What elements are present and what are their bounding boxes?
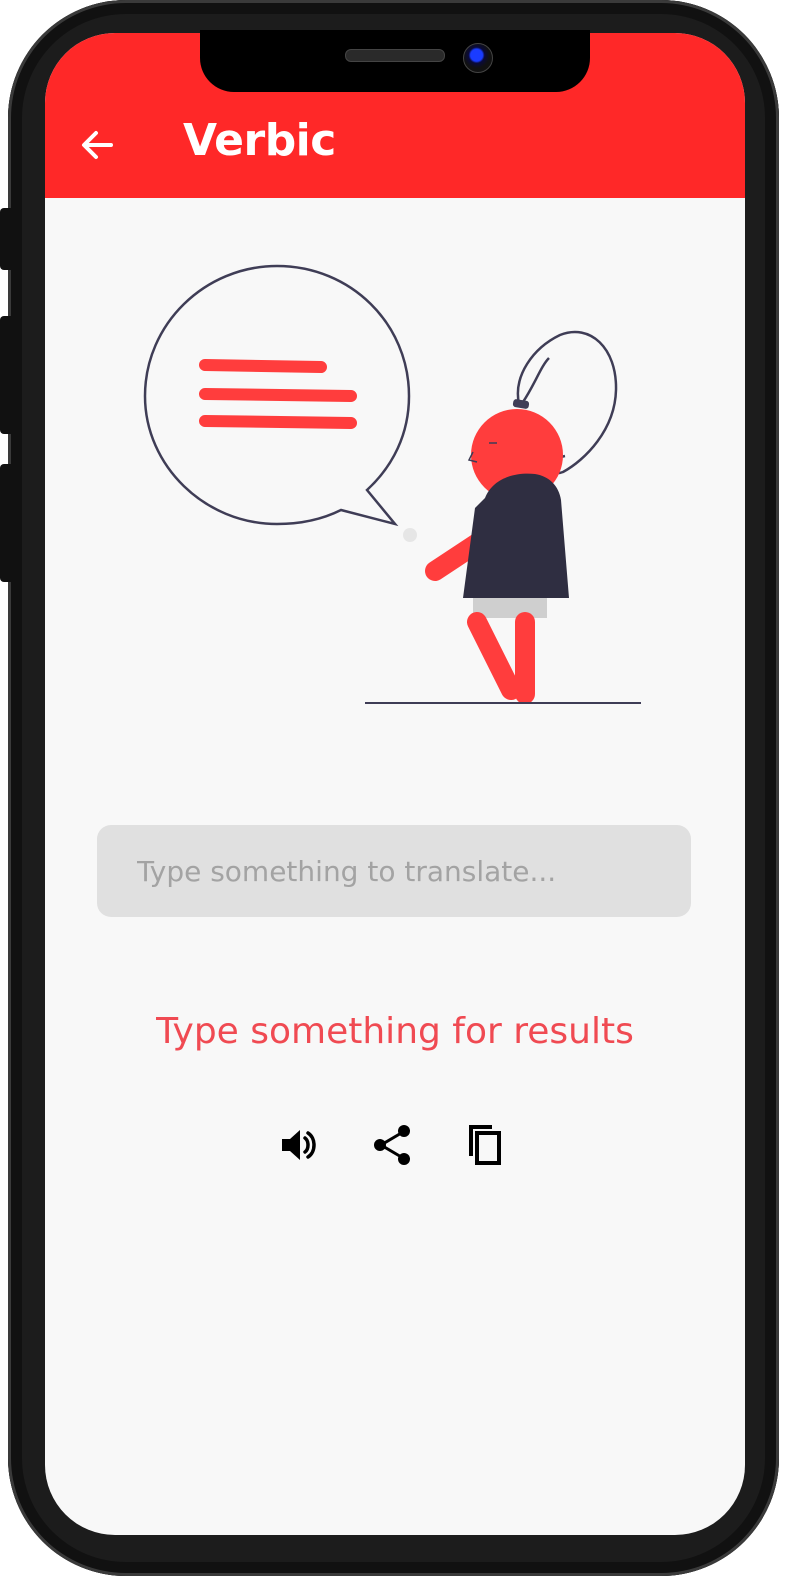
copy-button[interactable] <box>462 1121 510 1169</box>
person-leg-left <box>467 612 521 700</box>
bubble-line-2 <box>199 388 357 402</box>
app-screen: Verbic Type something for results <box>45 33 745 1535</box>
speaker-icon <box>282 1130 316 1160</box>
translate-input[interactable] <box>97 825 691 917</box>
phone-volume-down-button <box>0 464 12 582</box>
app-title: Verbic <box>183 115 336 166</box>
share-icon <box>374 1125 410 1165</box>
result-text: Type something for results <box>156 1011 634 1052</box>
bubble-line-1 <box>199 359 327 373</box>
share-button[interactable] <box>369 1121 417 1169</box>
phone-speaker <box>345 49 445 62</box>
person-speech-bubble-illustration <box>143 264 641 704</box>
person-body <box>463 473 569 598</box>
arrow-left-icon <box>82 131 113 159</box>
bubble-line-3 <box>199 415 357 429</box>
back-button[interactable] <box>77 125 117 165</box>
phone-camera <box>463 43 493 73</box>
bubble-dot <box>403 528 417 542</box>
phone-volume-up-button <box>0 316 12 434</box>
phone-mute-switch <box>0 208 12 270</box>
copy-icon <box>469 1125 501 1165</box>
speak-button[interactable] <box>275 1121 323 1169</box>
